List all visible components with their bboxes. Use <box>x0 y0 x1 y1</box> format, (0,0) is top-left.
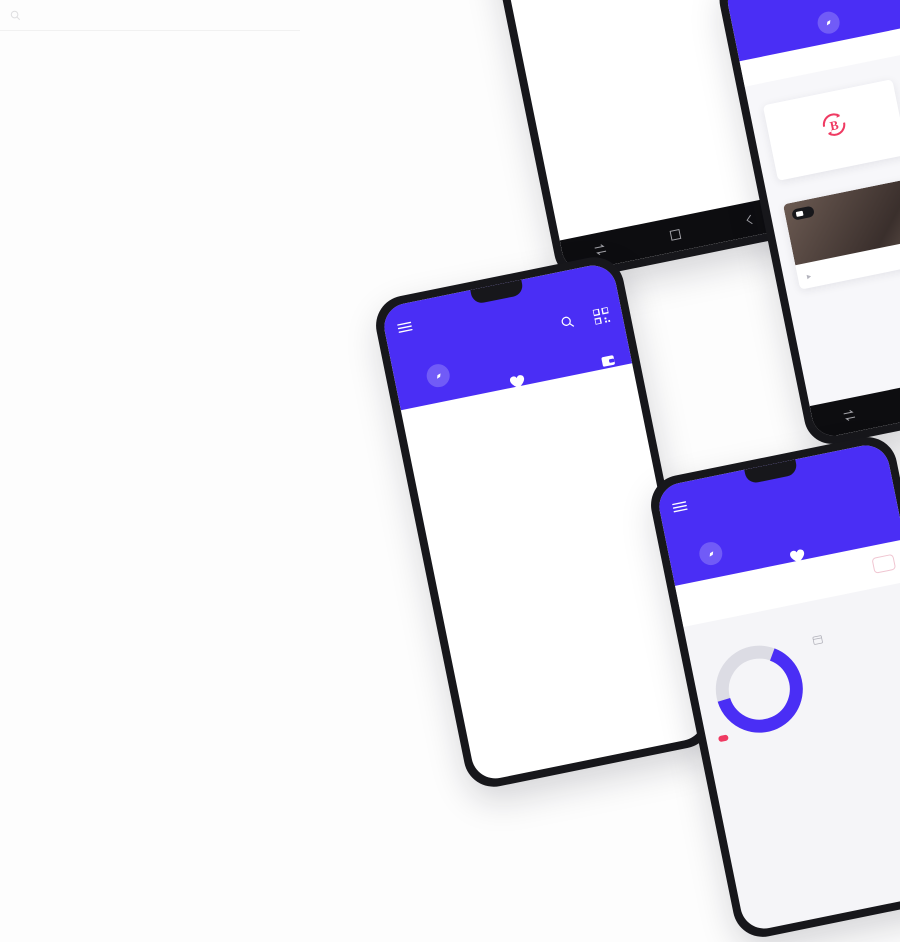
qr-code-icon[interactable] <box>591 306 612 330</box>
bitcoin-exchange-icon: B <box>778 97 891 152</box>
calendar-icon <box>812 635 823 645</box>
svg-text:B: B <box>829 118 841 134</box>
hamburger-icon[interactable] <box>396 318 414 339</box>
search-input[interactable] <box>28 9 228 21</box>
screen-balance <box>655 441 900 933</box>
search-layers-row[interactable] <box>0 0 300 31</box>
wallet-icon[interactable] <box>600 353 618 374</box>
recents-icon[interactable] <box>592 241 609 258</box>
compass-icon[interactable] <box>424 362 452 390</box>
withdraw-button[interactable] <box>871 553 897 574</box>
hamburger-icon[interactable] <box>671 498 689 519</box>
month-selector[interactable] <box>812 633 829 646</box>
search-icon[interactable] <box>559 314 577 335</box>
back-icon[interactable] <box>742 212 757 227</box>
favorites-header <box>380 261 633 411</box>
notch <box>470 279 525 305</box>
layers-panel <box>0 0 300 680</box>
play-small-icon <box>806 274 812 280</box>
video-card[interactable] <box>782 165 900 290</box>
heart-icon[interactable] <box>508 373 528 396</box>
recents-icon[interactable] <box>841 407 858 424</box>
home-icon[interactable] <box>668 227 683 242</box>
heart-icon[interactable] <box>788 547 808 570</box>
howto-dot-icon <box>795 210 804 217</box>
howto-badge <box>791 205 815 221</box>
month-report-donut <box>703 633 816 746</box>
search-icon <box>10 10 21 20</box>
android-nav-bar-2[interactable] <box>809 361 900 440</box>
compass-icon[interactable] <box>697 540 725 568</box>
compass-icon[interactable] <box>815 9 842 36</box>
notch <box>744 459 799 485</box>
